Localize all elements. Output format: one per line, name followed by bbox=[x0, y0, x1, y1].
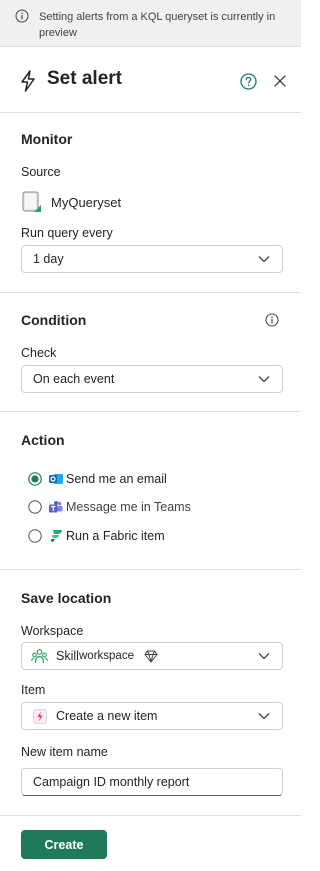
action-section-title: Action bbox=[21, 432, 65, 448]
premium-diamond-icon bbox=[144, 650, 158, 663]
source-value: MyQueryset bbox=[51, 195, 122, 210]
check-value: On each event bbox=[33, 372, 115, 386]
item-value: Create a new item bbox=[56, 709, 158, 723]
workspace-name: Skill bbox=[56, 649, 79, 663]
preview-banner-text: Setting alerts from a KQL queryset is cu… bbox=[39, 11, 276, 39]
email-radio[interactable] bbox=[28, 472, 42, 486]
divider bbox=[0, 411, 301, 412]
workspace-label: Workspace bbox=[21, 624, 84, 638]
teams-option-label[interactable]: Message me in Teams bbox=[66, 500, 191, 514]
workspace-dropdown[interactable]: Skill workspace bbox=[21, 642, 283, 670]
run-query-value: 1 day bbox=[33, 252, 64, 266]
chevron-down-icon bbox=[258, 256, 270, 263]
outlook-icon bbox=[49, 474, 63, 484]
info-icon bbox=[15, 9, 29, 23]
condition-section-title: Condition bbox=[21, 312, 87, 328]
create-button[interactable]: Create bbox=[21, 830, 107, 859]
email-option-label[interactable]: Send me an email bbox=[66, 472, 167, 486]
close-icon[interactable] bbox=[273, 74, 287, 88]
condition-info-icon[interactable] bbox=[265, 313, 279, 327]
teams-radio[interactable] bbox=[28, 500, 42, 514]
preview-banner: Setting alerts from a KQL queryset is cu… bbox=[0, 0, 301, 47]
divider bbox=[0, 569, 301, 570]
fabric-icon bbox=[51, 530, 62, 542]
fabric-radio[interactable] bbox=[28, 529, 42, 543]
item-label: Item bbox=[21, 683, 46, 697]
source-label: Source bbox=[21, 165, 61, 179]
run-query-label: Run query every bbox=[21, 226, 113, 240]
workspace-icon bbox=[31, 649, 48, 664]
divider bbox=[0, 815, 301, 816]
chevron-down-icon bbox=[258, 376, 270, 383]
chevron-down-icon bbox=[258, 653, 270, 660]
workspace-suffix: workspace bbox=[79, 650, 134, 662]
monitor-section-title: Monitor bbox=[21, 131, 73, 147]
divider bbox=[0, 292, 301, 293]
divider bbox=[0, 112, 301, 113]
save-location-section-title: Save location bbox=[21, 590, 112, 606]
run-query-dropdown[interactable]: 1 day bbox=[21, 245, 283, 273]
check-label: Check bbox=[21, 346, 57, 360]
queryset-icon bbox=[22, 191, 41, 212]
chevron-down-icon bbox=[258, 713, 270, 720]
help-icon[interactable] bbox=[240, 73, 257, 90]
new-item-icon bbox=[33, 709, 47, 724]
alert-bolt-icon bbox=[21, 70, 35, 92]
panel-title: Set alert bbox=[47, 68, 122, 89]
check-dropdown[interactable]: On each event bbox=[21, 365, 283, 393]
teams-icon bbox=[49, 501, 63, 513]
new-item-name-input[interactable] bbox=[21, 768, 283, 796]
new-item-name-label: New item name bbox=[21, 745, 108, 759]
item-dropdown[interactable]: Create a new item bbox=[21, 702, 283, 730]
fabric-option-label[interactable]: Run a Fabric item bbox=[66, 529, 165, 543]
